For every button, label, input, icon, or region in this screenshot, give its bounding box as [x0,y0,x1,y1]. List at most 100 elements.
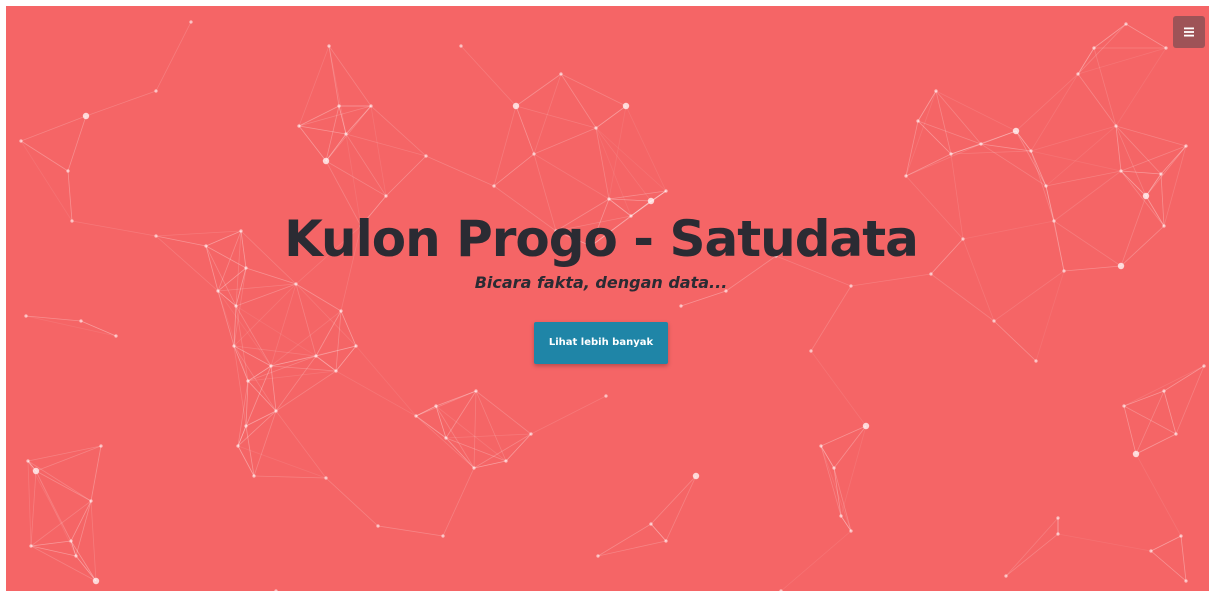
network-link [1163,390,1177,435]
network-link [475,390,532,435]
network-link [460,45,517,107]
network-node [979,142,983,146]
network-link [35,470,92,502]
network-link [1093,23,1127,49]
network-node [1056,516,1060,520]
network-node [529,432,533,436]
network-link [370,105,387,197]
network-link [905,143,982,177]
network-link [1015,130,1047,187]
network-link [1120,170,1147,197]
network-link [1115,125,1187,147]
network-link [253,475,327,479]
network-node [472,466,476,470]
network-link [30,545,77,557]
network-link [980,130,1017,145]
network-node [1122,404,1126,408]
network-link [425,155,495,187]
network-link [298,125,327,162]
network-link [595,127,610,200]
network-link [1123,365,1205,407]
network-link [70,500,92,542]
network-node [274,409,278,413]
network-node [1164,46,1168,50]
network-node [1004,574,1008,578]
network-link [820,425,867,447]
network-link [328,45,347,135]
network-link [493,105,517,187]
network-link [1180,535,1187,582]
network-node [1044,184,1048,188]
hamburger-icon [1184,27,1194,37]
network-link [1115,125,1162,175]
network-link [473,390,477,469]
network-link [1150,535,1182,552]
network-link [325,477,379,527]
network-node [92,577,100,585]
network-link [35,445,102,472]
network-node [474,389,478,393]
menu-toggle-button[interactable] [1173,16,1205,48]
network-node [82,112,90,120]
network-link [1135,433,1177,455]
network-node [1056,532,1060,536]
network-link [1030,150,1122,172]
network-node [99,444,103,448]
network-node [66,169,70,173]
network-link [20,115,87,142]
network-link [505,433,532,462]
network-node [1132,450,1140,458]
network-link [445,437,507,462]
network-node [849,529,853,533]
network-link [1123,405,1137,455]
network-node [1119,169,1123,173]
network-link [27,460,32,547]
network-node [189,20,193,24]
network-node [692,472,700,480]
network-link [493,153,535,187]
network-link [1163,365,1205,392]
network-link [435,390,477,407]
network-node [532,152,536,156]
network-link [597,523,652,557]
see-more-button[interactable]: Lihat lebih banyak [534,322,668,364]
network-node [934,89,938,93]
network-node [1202,364,1206,368]
network-link [820,445,842,517]
network-node [384,194,388,198]
network-link [75,555,97,582]
network-node [344,132,348,136]
network-link [1005,517,1059,577]
network-node [236,444,240,448]
network-node [1124,22,1128,26]
network-node [459,44,463,48]
network-node [647,197,655,205]
network-link [415,415,447,439]
network-node [1149,549,1153,553]
network-node [1012,127,1020,135]
network-node [444,436,448,440]
network-node [1142,192,1150,200]
network-node [334,369,338,373]
network-link [1150,550,1187,582]
network-node [32,467,40,475]
network-link [595,105,627,129]
network-link [533,73,562,155]
network-link [1125,23,1167,49]
network-node [244,424,248,428]
network-link [30,500,92,547]
network-link [980,143,1047,187]
network-link [20,140,69,172]
network-link [833,467,842,517]
network-link [27,445,102,462]
network-link [90,500,97,582]
network-link [30,470,37,547]
network-link [1175,365,1205,435]
network-node [1162,389,1166,393]
network-link [70,540,97,582]
network-link [665,475,697,542]
network-node [839,514,843,518]
network-node [1029,149,1033,153]
network-link [90,445,102,502]
network-link [1135,453,1182,537]
